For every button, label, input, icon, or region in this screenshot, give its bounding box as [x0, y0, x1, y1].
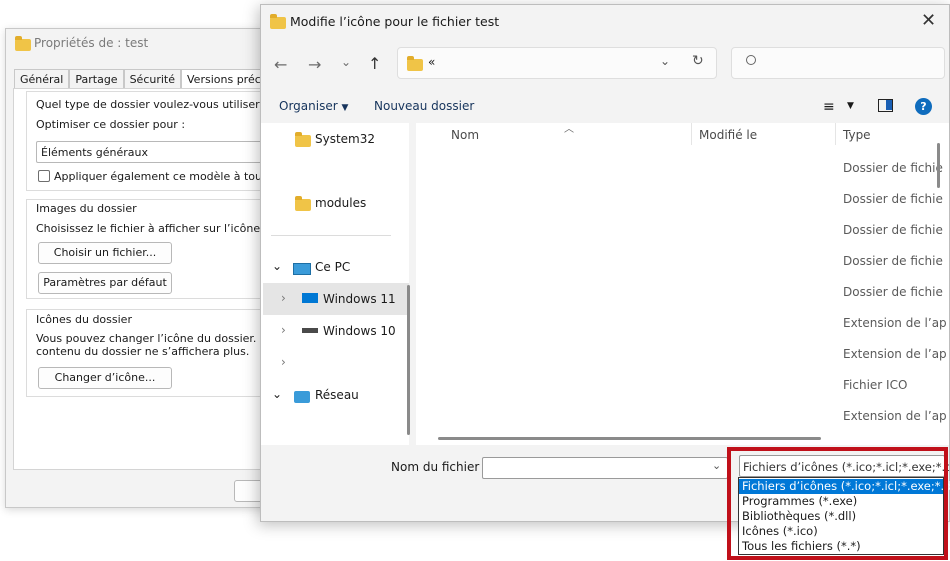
- folder-icon: [270, 14, 286, 29]
- nav-item-this-pc[interactable]: Ce PC: [315, 260, 350, 274]
- folder-icon: [295, 132, 311, 147]
- view-options-icon[interactable]: ≡: [823, 99, 835, 115]
- column-divider[interactable]: [835, 123, 836, 145]
- nav-scrollbar[interactable]: [407, 285, 410, 435]
- horizontal-scrollbar[interactable]: [438, 437, 821, 440]
- search-box[interactable]: [731, 47, 945, 79]
- properties-titlebar[interactable]: Propriétés de : test: [6, 29, 274, 59]
- column-type[interactable]: Type: [843, 128, 871, 142]
- back-icon[interactable]: ←: [274, 55, 287, 74]
- folder-images-title: Images du dossier: [36, 202, 137, 215]
- navigation-pane: System32 modules ⌄ Ce PC › Windows 11 (C…: [261, 123, 409, 445]
- optimize-label: Optimiser ce dossier pour :: [36, 118, 186, 131]
- optimize-value: Éléments généraux: [41, 146, 149, 159]
- column-divider[interactable]: [691, 123, 692, 145]
- tab-sharing[interactable]: Partage: [69, 69, 124, 89]
- forward-icon[interactable]: →: [308, 55, 321, 74]
- close-icon[interactable]: ✕: [921, 10, 936, 31]
- chevron-right-icon[interactable]: ›: [281, 291, 286, 305]
- type-cell: Extension de l’ap: [843, 409, 947, 423]
- nav-item-network[interactable]: Réseau: [315, 388, 359, 402]
- properties-title: Propriétés de : test: [34, 36, 149, 50]
- organize-menu[interactable]: Organiser ▼: [279, 99, 348, 113]
- drive-icon: [302, 293, 318, 303]
- nav-item-modules[interactable]: modules: [315, 196, 366, 210]
- filename-input[interactable]: ⌄: [482, 457, 728, 479]
- folder-icons-title: Icônes du dossier: [36, 313, 132, 326]
- tab-general[interactable]: Général: [14, 69, 70, 89]
- refresh-icon[interactable]: ↻: [692, 53, 704, 69]
- customize-panel: Quel type de dossier voulez-vous utilise…: [13, 88, 304, 470]
- type-cell: Dossier de fichie: [843, 223, 943, 237]
- nav-item-system32[interactable]: System32: [315, 132, 375, 146]
- drive-icon: [302, 328, 318, 333]
- file-list: Nom ︿ Modifié le Type Dossier de fichie …: [416, 123, 949, 445]
- dialog-title: Modifie l’icône pour le fichier test: [290, 14, 500, 29]
- new-folder-button[interactable]: Nouveau dossier: [374, 99, 474, 113]
- default-settings-button[interactable]: Paramètres par défaut: [38, 272, 172, 294]
- optimize-select[interactable]: Éléments généraux: [36, 141, 276, 163]
- chevron-down-icon[interactable]: ⌄: [712, 459, 721, 472]
- computer-icon: [293, 263, 311, 275]
- type-cell: Fichier ICO: [843, 378, 908, 392]
- change-icon-dialog: Modifie l’icône pour le fichier test ✕ ←…: [260, 4, 950, 522]
- vertical-scrollbar[interactable]: [937, 143, 940, 188]
- chevron-down-icon[interactable]: ⌄: [272, 259, 282, 273]
- nav-item-windows-10[interactable]: Windows 10 (D: [323, 324, 399, 338]
- folder-icon: [295, 196, 311, 211]
- caret-down-icon: ▼: [341, 103, 349, 113]
- chevron-right-icon[interactable]: ›: [281, 355, 286, 369]
- change-icon-button[interactable]: Changer d’icône...: [38, 367, 172, 389]
- nav-divider: [271, 235, 391, 236]
- folder-icon: [15, 36, 31, 51]
- up-icon[interactable]: ↑: [368, 54, 381, 73]
- network-icon: [294, 391, 310, 403]
- apply-template-checkbox[interactable]: [38, 170, 50, 182]
- folder-icon: [407, 56, 423, 71]
- filename-label: Nom du fichier :: [391, 460, 488, 474]
- folder-type-question: Quel type de dossier voulez-vous utilise…: [36, 98, 270, 111]
- recent-locations-icon[interactable]: ⌄: [341, 55, 351, 69]
- chevron-down-icon[interactable]: ⌄: [660, 54, 670, 68]
- choose-file-button[interactable]: Choisir un fichier...: [38, 242, 172, 264]
- properties-window: Propriétés de : test Général Partage Séc…: [5, 28, 306, 508]
- column-modified[interactable]: Modifié le: [699, 128, 757, 142]
- type-cell: Dossier de fichie: [843, 285, 943, 299]
- type-cell: Dossier de fichie: [843, 192, 943, 206]
- type-cell: Extension de l’ap: [843, 347, 947, 361]
- tab-security[interactable]: Sécurité: [123, 69, 182, 89]
- type-cell: Extension de l’ap: [843, 316, 947, 330]
- folder-icons-desc-2: contenu du dossier ne s’affichera plus.: [36, 345, 250, 358]
- column-name[interactable]: Nom: [451, 128, 479, 142]
- address-bar[interactable]: « ⌄ ↻: [397, 47, 717, 79]
- organize-label: Organiser: [279, 99, 338, 113]
- sort-up-icon: ︿: [564, 124, 574, 135]
- highlight-box: [727, 447, 948, 560]
- type-cell: Dossier de fichie: [843, 161, 943, 175]
- breadcrumb[interactable]: «: [428, 55, 435, 69]
- nav-item-windows-11[interactable]: Windows 11 (C: [323, 292, 399, 306]
- chevron-right-icon[interactable]: ›: [281, 323, 286, 337]
- help-icon[interactable]: ?: [915, 98, 932, 115]
- caret-down-icon[interactable]: ▼: [847, 101, 854, 111]
- chevron-down-icon[interactable]: ⌄: [272, 387, 282, 401]
- folder-icons-desc-1: Vous pouvez changer l’icône du dossier. …: [36, 332, 294, 345]
- search-icon: [746, 55, 756, 65]
- preview-pane-icon[interactable]: [878, 99, 893, 112]
- type-cell: Dossier de fichie: [843, 254, 943, 268]
